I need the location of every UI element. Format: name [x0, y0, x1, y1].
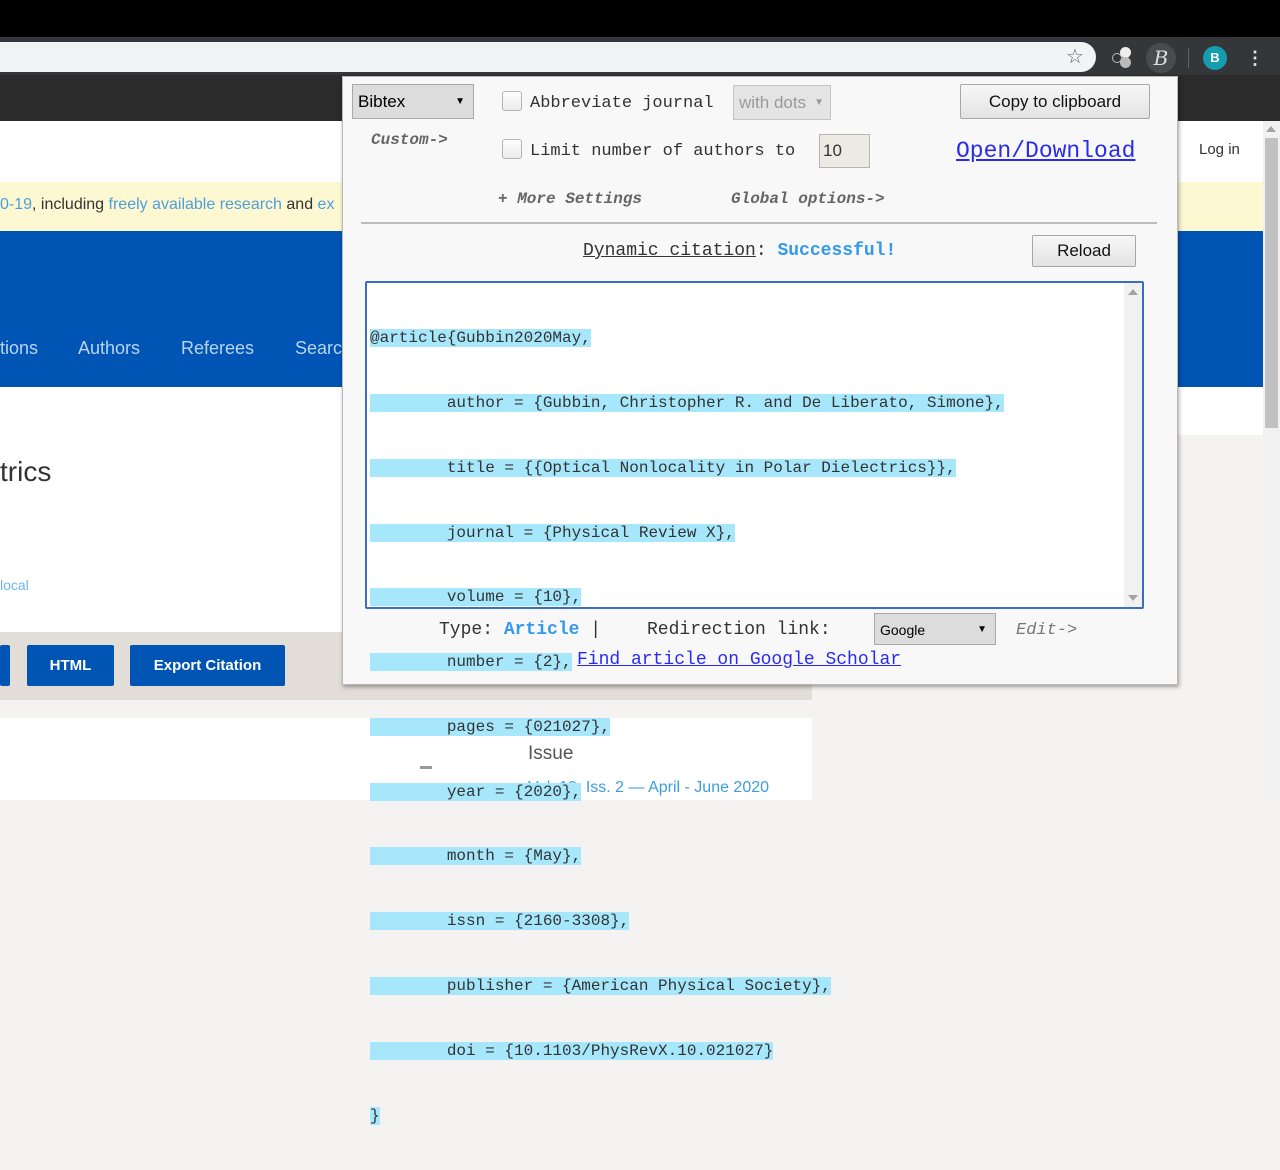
copy-to-clipboard-button[interactable]: Copy to clipboard — [960, 84, 1150, 119]
abbreviate-style-value: with dots — [739, 93, 807, 112]
citation-textarea[interactable]: @article{Gubbin2020May, author = {Gubbin… — [365, 281, 1144, 1125]
redirection-select[interactable]: Google ▼ — [874, 613, 996, 645]
type-label: Type: — [439, 620, 494, 640]
citation-line: title = {{Optical Nonlocality in Polar D… — [370, 458, 956, 477]
article-title: trics — [0, 456, 52, 487]
limit-authors-checkbox[interactable] — [502, 139, 522, 159]
chevron-down-icon: ▼ — [814, 97, 824, 108]
global-options-link[interactable]: Global options-> — [731, 190, 885, 208]
scrollbar-thumb[interactable] — [1265, 138, 1278, 428]
open-download-link[interactable]: Open/Download — [956, 138, 1135, 164]
citation-text: @article{Gubbin2020May, author = {Gubbin… — [370, 285, 1004, 1170]
abbreviate-label: Abbreviate journal — [530, 94, 714, 113]
abbreviate-checkbox[interactable] — [502, 91, 522, 111]
nav-referees[interactable]: Referees — [181, 338, 254, 359]
banner-link-covid[interactable]: 0-19 — [0, 196, 32, 213]
google-scholar-link[interactable]: Find article on Google Scholar — [577, 650, 901, 670]
limit-authors-input[interactable]: 10 — [819, 134, 870, 168]
banner-text: 0-19, including freely available researc… — [0, 196, 334, 214]
nav-authors[interactable]: Authors — [78, 338, 140, 359]
type-value: Article — [503, 620, 580, 640]
scroll-up-arrow-icon[interactable] — [1128, 289, 1138, 295]
citation-line: doi = {10.1103/PhysRevX.10.021027} — [370, 1041, 774, 1060]
login-link[interactable]: Log in — [1199, 141, 1240, 158]
nav-publications[interactable]: tions — [0, 338, 38, 359]
citation-line: year = {2020}, — [370, 782, 582, 801]
html-button[interactable]: HTML — [27, 645, 114, 686]
address-bar[interactable] — [0, 42, 1096, 72]
more-settings-link[interactable]: + More Settings — [498, 190, 642, 208]
reload-button[interactable]: Reload — [1032, 235, 1136, 267]
edit-link[interactable]: Edit-> — [1016, 621, 1077, 640]
nav-search[interactable]: Searc — [295, 338, 342, 359]
popup-divider — [361, 222, 1157, 224]
redirection-label: Redirection link: — [647, 620, 831, 640]
chevron-down-icon: ▼ — [977, 624, 987, 635]
format-select[interactable]: Bibtex ▼ — [352, 84, 474, 119]
type-row: Type: Article | — [439, 620, 601, 640]
format-select-value: Bibtex — [358, 92, 406, 111]
citation-line: pages = {021027}, — [370, 717, 611, 736]
window-titlebar — [0, 0, 1280, 37]
citation-line: issn = {2160-3308}, — [370, 912, 630, 931]
bookmark-star-icon[interactable]: ☆ — [1064, 46, 1086, 68]
citation-line: volume = {10}, — [370, 588, 582, 607]
textarea-scrollbar[interactable] — [1124, 283, 1142, 607]
citation-line: publisher = {American Physical Society}, — [370, 977, 831, 995]
bibtex-extension-icon[interactable]: B — [1146, 43, 1176, 73]
citation-line: month = {May}, — [370, 847, 582, 866]
extension-molecule-icon[interactable] — [1112, 47, 1134, 69]
scroll-up-arrow-icon[interactable] — [1266, 126, 1276, 132]
citation-line: journal = {Physical Review X}, — [370, 523, 735, 542]
dynamic-citation-status: Dynamic citation: Successful! — [583, 241, 896, 261]
separator: | — [590, 620, 602, 640]
citation-line: @article{Gubbin2020May, — [370, 329, 591, 348]
toolbar-separator — [1188, 48, 1189, 68]
colon: : — [755, 241, 767, 261]
profile-avatar[interactable]: B — [1203, 46, 1227, 70]
export-citation-button[interactable]: Export Citation — [130, 645, 285, 686]
banner-text-part: , including — [32, 196, 109, 213]
citation-line: author = {Gubbin, Christopher R. and De … — [370, 393, 1004, 412]
browser-menu-icon[interactable]: ⋮ — [1246, 46, 1264, 70]
scroll-down-arrow-icon[interactable] — [1128, 595, 1138, 601]
abbreviate-style-select[interactable]: with dots ▼ — [733, 85, 831, 120]
citation-line: } — [370, 1106, 380, 1125]
banner-link-more[interactable]: ex — [318, 196, 335, 213]
chevron-down-icon: ▼ — [455, 96, 465, 107]
pdf-button[interactable] — [0, 645, 10, 686]
dynamic-citation-label[interactable]: Dynamic citation — [583, 241, 756, 261]
limit-authors-label: Limit number of authors to — [530, 142, 796, 161]
banner-link-research[interactable]: freely available research — [109, 196, 282, 213]
banner-text-part: and — [281, 196, 318, 213]
status-successful: Successful! — [777, 241, 897, 261]
redirection-select-value: Google — [880, 622, 926, 638]
keyword-link[interactable]: local — [0, 577, 29, 593]
custom-link[interactable]: Custom-> — [371, 131, 448, 149]
